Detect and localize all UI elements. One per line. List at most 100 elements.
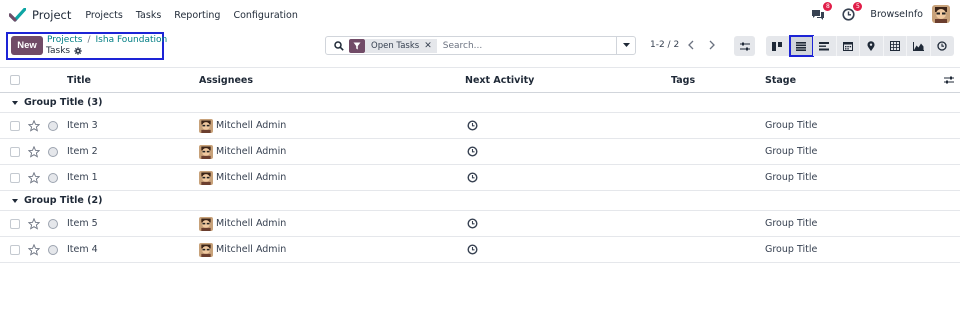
avatar [199, 144, 213, 159]
menu-tasks[interactable]: Tasks [136, 10, 161, 21]
optional-columns-icon[interactable] [944, 75, 954, 85]
task-title[interactable]: Item 3 [67, 120, 98, 131]
menu-projects[interactable]: Projects [85, 10, 122, 21]
status-dot-icon[interactable] [48, 244, 58, 255]
messages-button[interactable]: 8 [810, 2, 833, 22]
status-dot-icon[interactable] [48, 172, 58, 183]
avatar [199, 216, 213, 231]
row-checkbox[interactable] [10, 146, 20, 157]
user-avatar[interactable] [932, 5, 950, 23]
activity-clock-icon[interactable] [467, 120, 478, 131]
map-view-button[interactable] [860, 36, 884, 56]
assignee-name: Mitchell Admin [216, 146, 287, 157]
breadcrumb-separator: / [87, 35, 91, 45]
gear-icon[interactable] [74, 47, 82, 55]
select-all-checkbox[interactable] [10, 75, 20, 85]
assignee[interactable]: Mitchell Admin [199, 170, 286, 185]
table-row[interactable]: Item 2 Mitchell Admin Group Title [0, 139, 960, 165]
activity-clock-icon[interactable] [467, 172, 478, 183]
task-stage: Group Title [765, 146, 818, 157]
close-icon[interactable]: ✕ [424, 41, 432, 51]
row-checkbox[interactable] [10, 120, 20, 131]
project-app-icon [9, 8, 26, 22]
task-title[interactable]: Item 1 [67, 172, 98, 183]
star-icon[interactable] [28, 171, 40, 184]
assignee[interactable]: Mitchell Admin [199, 242, 286, 257]
pager-previous-button[interactable] [684, 37, 698, 53]
company-name[interactable]: BrowseInfo [870, 9, 923, 20]
form-list-icon [819, 41, 830, 50]
task-stage: Group Title [765, 244, 818, 255]
map-pin-icon [867, 41, 875, 51]
table-row[interactable]: Item 3 Mitchell Admin Group Title [0, 113, 960, 139]
avatar [199, 118, 213, 133]
form-view-button[interactable] [813, 36, 837, 56]
pager-value[interactable]: 1-2 / 2 [650, 40, 679, 50]
search-facet: Open Tasks ✕ [349, 38, 437, 53]
pivot-view-button[interactable] [883, 36, 907, 56]
assignee[interactable]: Mitchell Admin [199, 144, 287, 159]
table-row[interactable]: Item 4 Mitchell Admin Group Title [0, 237, 960, 263]
group-row[interactable]: Group Title (2) [0, 191, 960, 211]
group-row[interactable]: Group Title (3) [0, 93, 960, 113]
status-dot-icon[interactable] [48, 146, 58, 157]
status-dot-icon[interactable] [48, 218, 58, 229]
task-title[interactable]: Item 5 [67, 218, 98, 229]
list-view-button[interactable] [788, 35, 814, 57]
facet-label: Open Tasks ✕ [365, 38, 437, 53]
search-input[interactable] [442, 40, 603, 51]
graph-view-button[interactable] [907, 36, 931, 56]
search-icon[interactable] [334, 40, 344, 51]
clock-icon [937, 41, 947, 51]
table-row[interactable]: Item 5 Mitchell Admin Group Title [0, 211, 960, 237]
calendar-view-button[interactable] [836, 36, 860, 56]
activity-clock-icon[interactable] [467, 146, 478, 157]
view-switcher [766, 35, 954, 57]
calendar-icon [842, 42, 853, 51]
group-label: Group Title (2) [24, 195, 103, 206]
group-label: Group Title (3) [24, 97, 103, 108]
group-header: Group Title (2) [12, 195, 102, 206]
activity-clock-icon[interactable] [467, 218, 478, 229]
star-icon[interactable] [28, 145, 40, 158]
systray: 8 5 BrowseInfo [810, 2, 950, 23]
row-checkbox[interactable] [10, 172, 20, 183]
row-checkbox[interactable] [10, 244, 20, 255]
column-assignees[interactable]: Assignees [199, 75, 253, 86]
star-icon[interactable] [28, 119, 40, 132]
pager-next-button[interactable] [705, 37, 719, 53]
star-icon[interactable] [28, 217, 40, 230]
activity-clock-icon[interactable] [467, 244, 478, 255]
search-options-toggle[interactable] [616, 36, 635, 55]
task-title[interactable]: Item 2 [67, 146, 98, 157]
row-checkbox[interactable] [10, 218, 20, 229]
control-panel: New Projects / Isha Foundation Tasks Ope… [0, 30, 960, 63]
app-brand[interactable]: Project [9, 8, 71, 22]
task-stage: Group Title [765, 218, 818, 229]
assignee-name: Mitchell Admin [216, 218, 287, 229]
menu-configuration[interactable]: Configuration [233, 10, 297, 21]
menu-reporting[interactable]: Reporting [174, 10, 220, 21]
filter-panel-button[interactable] [734, 36, 755, 56]
table-row[interactable]: Item 1 Mitchell Admin Group Title [0, 165, 960, 191]
new-button[interactable]: New [11, 36, 43, 55]
caret-down-icon [12, 198, 18, 203]
column-stage[interactable]: Stage [765, 75, 796, 86]
column-title[interactable]: Title [67, 75, 91, 86]
kanban-view-button[interactable] [766, 36, 790, 56]
task-title[interactable]: Item 4 [67, 244, 98, 255]
filter-icon [349, 38, 365, 53]
activity-view-button[interactable] [930, 36, 954, 56]
avatar [199, 242, 213, 257]
column-next-activity[interactable]: Next Activity [465, 75, 534, 86]
task-stage: Group Title [765, 120, 818, 131]
facet-text: Open Tasks [371, 40, 420, 51]
assignee[interactable]: Mitchell Admin [199, 118, 286, 133]
breadcrumb-projects[interactable]: Projects [47, 35, 82, 45]
star-icon[interactable] [28, 243, 40, 256]
status-dot-icon[interactable] [48, 120, 58, 131]
column-tags[interactable]: Tags [671, 75, 695, 86]
activities-button[interactable]: 5 [840, 2, 863, 22]
breadcrumb-project[interactable]: Isha Foundation [96, 35, 168, 45]
assignee[interactable]: Mitchell Admin [199, 216, 287, 231]
